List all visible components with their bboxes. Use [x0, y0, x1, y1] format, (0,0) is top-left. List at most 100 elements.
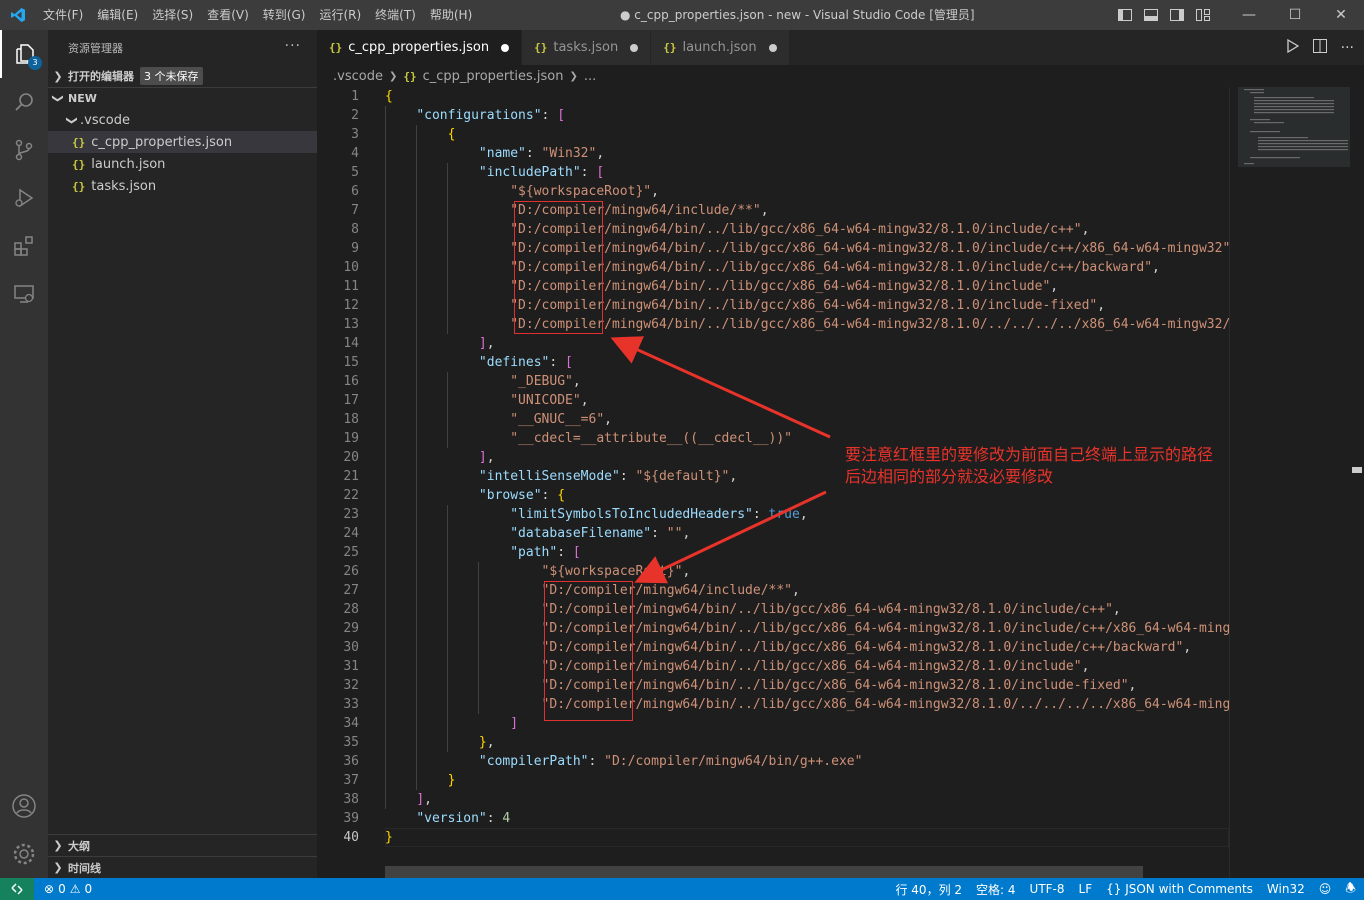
split-editor-icon[interactable]: [1312, 38, 1327, 57]
menu-item[interactable]: 编辑(E): [90, 0, 145, 30]
code-line[interactable]: "D:/compiler/mingw64/bin/../lib/gcc/x86_…: [385, 638, 1229, 657]
code-line[interactable]: "D:/compiler/mingw64/bin/../lib/gcc/x86_…: [385, 239, 1229, 258]
error-icon: ⊗: [44, 882, 55, 896]
source-control-icon[interactable]: [0, 126, 48, 174]
code-line[interactable]: "compilerPath": "D:/compiler/mingw64/bin…: [385, 752, 1229, 771]
run-icon[interactable]: [1286, 38, 1299, 57]
folder-vscode[interactable]: ❯ .vscode: [48, 109, 317, 131]
code-line[interactable]: "UNICODE",: [385, 391, 1229, 410]
problems-indicator[interactable]: ⊗ 0 ⚠ 0: [44, 882, 92, 896]
timeline-section[interactable]: ❯ 时间线: [48, 856, 317, 878]
toggle-panel-icon[interactable]: [1138, 0, 1164, 30]
code-line[interactable]: "configurations": [: [385, 106, 1229, 125]
code-line[interactable]: {: [385, 125, 1229, 144]
extensions-icon[interactable]: [0, 222, 48, 270]
end-of-line[interactable]: LF: [1079, 882, 1093, 896]
menu-item[interactable]: 查看(V): [200, 0, 256, 30]
code-line[interactable]: "browse": {: [385, 486, 1229, 505]
unsaved-dot-icon[interactable]: [630, 43, 639, 52]
outline-section[interactable]: ❯ 大纲: [48, 834, 317, 856]
code-line[interactable]: "defines": [: [385, 353, 1229, 372]
code-line[interactable]: },: [385, 733, 1229, 752]
breadcrumb-folder[interactable]: .vscode: [333, 69, 383, 84]
code-line[interactable]: "D:/compiler/mingw64/bin/../lib/gcc/x86_…: [385, 657, 1229, 676]
tab-c-cpp-properties[interactable]: {} c_cpp_properties.json: [317, 30, 523, 65]
code-line[interactable]: "D:/compiler/mingw64/bin/../lib/gcc/x86_…: [385, 619, 1229, 638]
remote-explorer-icon[interactable]: [0, 270, 48, 318]
tab-tasks[interactable]: {} tasks.json: [522, 30, 652, 65]
more-actions-icon[interactable]: ···: [1341, 40, 1354, 56]
encoding[interactable]: UTF-8: [1030, 882, 1065, 896]
indentation[interactable]: 空格: 4: [976, 881, 1016, 898]
accounts-icon[interactable]: [0, 782, 48, 830]
code-line[interactable]: "version": 4: [385, 809, 1229, 828]
code-line[interactable]: }: [385, 771, 1229, 790]
menu-item[interactable]: 终端(T): [368, 0, 423, 30]
toggle-secondary-sidebar-icon[interactable]: [1164, 0, 1190, 30]
code-line[interactable]: "D:/compiler/mingw64/bin/../lib/gcc/x86_…: [385, 315, 1229, 334]
menu-item[interactable]: 帮助(H): [423, 0, 479, 30]
code-line[interactable]: "D:/compiler/mingw64/bin/../lib/gcc/x86_…: [385, 695, 1229, 714]
code-line[interactable]: "D:/compiler/mingw64/bin/../lib/gcc/x86_…: [385, 220, 1229, 239]
explorer-icon[interactable]: 3: [0, 30, 48, 78]
vertical-scrollbar[interactable]: [1350, 87, 1364, 878]
notifications-bell-icon[interactable]: 🕭: [1345, 879, 1356, 900]
code-line[interactable]: "intelliSenseMode": "${default}",: [385, 467, 1229, 486]
code-line[interactable]: "D:/compiler/mingw64/bin/../lib/gcc/x86_…: [385, 277, 1229, 296]
code-line[interactable]: "D:/compiler/mingw64/bin/../lib/gcc/x86_…: [385, 258, 1229, 277]
code-editor[interactable]: 1 2 3 4 5 6 7 8 9 10 11 12 13 14 15 16 17 18 19 20 21 22 23 24 2…: [317, 87, 1229, 878]
line-number: 7: [351, 203, 359, 218]
code-line[interactable]: "D:/compiler/mingw64/bin/../lib/gcc/x86_…: [385, 296, 1229, 315]
toggle-sidebar-icon[interactable]: [1112, 0, 1138, 30]
file-c-cpp-properties[interactable]: {} c_cpp_properties.json: [48, 131, 317, 153]
maximize-button[interactable]: ☐: [1272, 0, 1318, 30]
cursor-position[interactable]: 行 40，列 2: [895, 881, 962, 898]
customize-layout-icon[interactable]: [1190, 0, 1216, 30]
menu-item[interactable]: 选择(S): [145, 0, 200, 30]
code-line[interactable]: "databaseFilename": "",: [385, 524, 1229, 543]
unsaved-dot-icon[interactable]: [768, 43, 777, 52]
menu-item[interactable]: 文件(F): [36, 0, 90, 30]
code-line[interactable]: "includePath": [: [385, 163, 1229, 182]
code-line[interactable]: ],: [385, 790, 1229, 809]
breadcrumb-rest[interactable]: ...: [584, 69, 596, 84]
code-line[interactable]: "D:/compiler/mingw64/include/**",: [385, 201, 1229, 220]
breadcrumb-file[interactable]: c_cpp_properties.json: [423, 69, 564, 84]
unsaved-dot-icon[interactable]: [501, 43, 510, 52]
remote-indicator-icon[interactable]: [0, 878, 34, 900]
code-line[interactable]: "limitSymbolsToIncludedHeaders": true,: [385, 505, 1229, 524]
code-line[interactable]: ]: [385, 714, 1229, 733]
code-line[interactable]: "${workspaceRoot}",: [385, 182, 1229, 201]
code-line[interactable]: "path": [: [385, 543, 1229, 562]
minimize-button[interactable]: —: [1226, 0, 1272, 30]
search-icon[interactable]: [0, 78, 48, 126]
file-tasks[interactable]: {} tasks.json: [48, 175, 317, 197]
code-line[interactable]: "D:/compiler/mingw64/bin/../lib/gcc/x86_…: [385, 676, 1229, 695]
manage-gear-icon[interactable]: [0, 830, 48, 878]
chevron-down-icon: ❯: [65, 115, 79, 125]
code-line[interactable]: "__GNUC__=6",: [385, 410, 1229, 429]
code-line[interactable]: "D:/compiler/mingw64/include/**",: [385, 581, 1229, 600]
cpp-configuration[interactable]: Win32: [1267, 882, 1305, 896]
code-line[interactable]: "_DEBUG",: [385, 372, 1229, 391]
menu-item[interactable]: 转到(G): [256, 0, 313, 30]
workspace-section[interactable]: ❯ NEW: [48, 87, 317, 109]
close-button[interactable]: ✕: [1318, 0, 1364, 30]
code-line[interactable]: {: [385, 87, 1229, 106]
code-line[interactable]: ],: [385, 334, 1229, 353]
file-launch[interactable]: {} launch.json: [48, 153, 317, 175]
language-mode[interactable]: {} JSON with Comments: [1106, 882, 1253, 896]
code-line[interactable]: "D:/compiler/mingw64/bin/../lib/gcc/x86_…: [385, 600, 1229, 619]
code-area[interactable]: { "configurations": [ { "name": "Win32",…: [385, 87, 1229, 847]
json-file-icon: {}: [72, 135, 86, 149]
code-line[interactable]: "name": "Win32",: [385, 144, 1229, 163]
open-editors-section[interactable]: ❯ 打开的编辑器 3 个未保存: [48, 65, 317, 87]
more-actions-icon[interactable]: ···: [285, 38, 301, 54]
horizontal-scrollbar[interactable]: [385, 866, 1143, 878]
code-line[interactable]: "${workspaceRoot}",: [385, 562, 1229, 581]
tab-launch[interactable]: {} launch.json: [651, 30, 790, 65]
feedback-icon[interactable]: ☺: [1319, 882, 1332, 896]
run-debug-icon[interactable]: [0, 174, 48, 222]
menu-item[interactable]: 运行(R): [312, 0, 368, 30]
minimap[interactable]: [1229, 87, 1364, 878]
